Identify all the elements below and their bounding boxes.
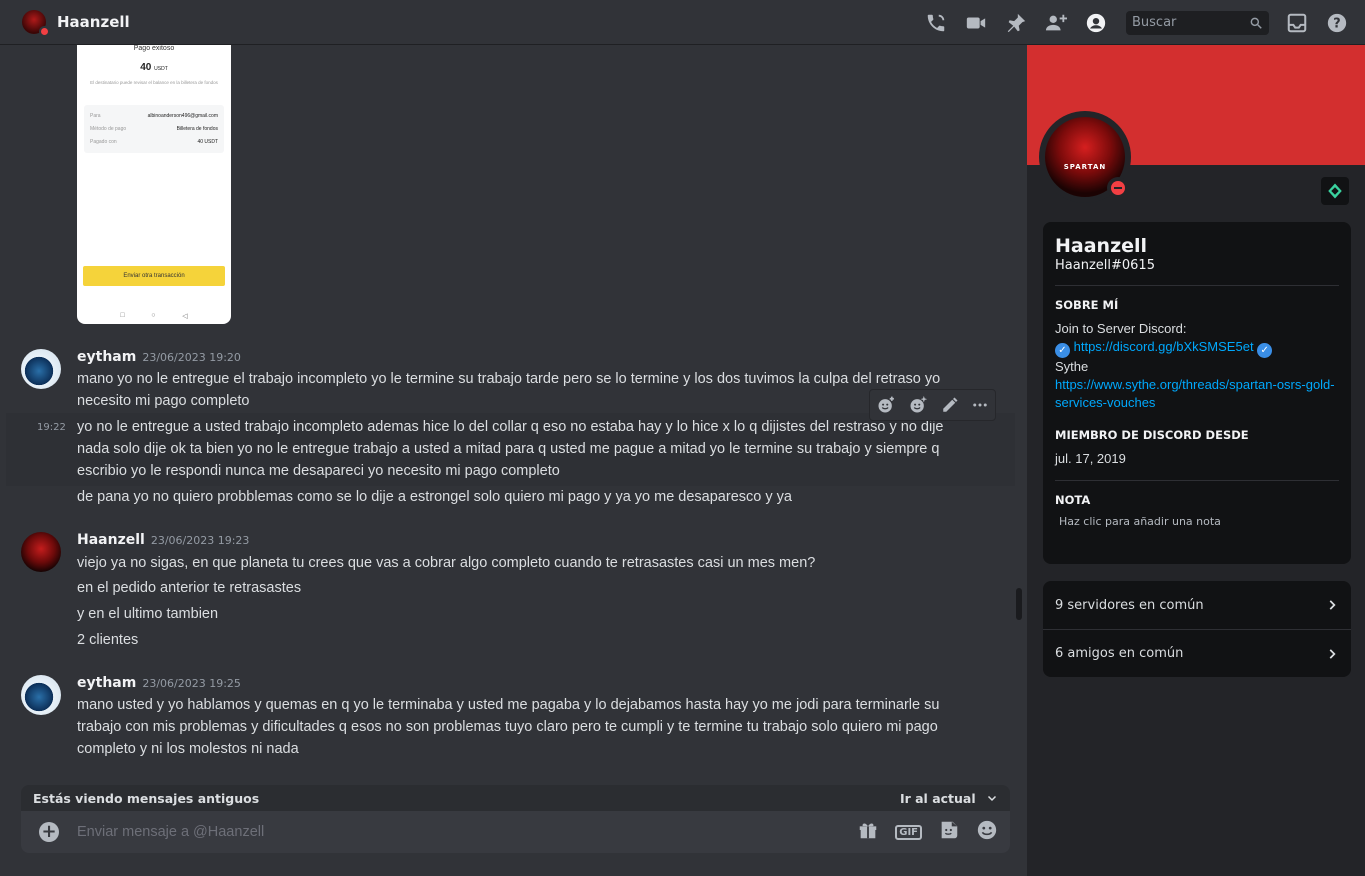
message-text: mano usted y yo hablamos y quemas en q y… xyxy=(77,697,940,757)
avatar[interactable] xyxy=(21,675,61,715)
payment-screenshot-attachment[interactable]: Pago exitoso 40 USDT El destinatario pue… xyxy=(77,45,231,324)
avatar[interactable] xyxy=(21,532,61,572)
sticker-icon[interactable] xyxy=(938,819,960,845)
phone-nav-bar: □ ○ ◁ xyxy=(120,312,188,320)
message-timestamp: 23/06/2023 19:20 xyxy=(142,351,241,364)
gif-button[interactable]: GIF xyxy=(895,824,922,840)
payment-note: El destinatario puede revisar el balance… xyxy=(90,80,218,85)
dnd-status-icon xyxy=(39,26,50,37)
chevron-right-icon xyxy=(1329,648,1336,659)
verified-icon: ✓ xyxy=(1055,343,1070,358)
jump-to-present-button[interactable]: Ir al actual xyxy=(900,791,998,806)
profile-name: Haanzell xyxy=(1055,235,1148,257)
chat-panel: Pago exitoso 40 USDT El destinatario pue… xyxy=(0,45,1027,876)
voice-call-icon[interactable] xyxy=(924,11,948,35)
payment-amount: 40 USDT xyxy=(140,62,168,73)
gift-icon[interactable] xyxy=(857,819,879,845)
message-text: viejo ya no sigas, en que planeta tu cre… xyxy=(77,555,816,571)
dm-title: Haanzell xyxy=(57,13,130,31)
dnd-status-icon xyxy=(1107,177,1129,199)
inbox-icon[interactable] xyxy=(1285,11,1309,35)
svg-text:?: ? xyxy=(1333,16,1340,31)
help-icon[interactable]: ? xyxy=(1325,11,1349,35)
header-avatar[interactable] xyxy=(22,10,50,37)
message-timestamp: 23/06/2023 19:23 xyxy=(150,534,250,547)
message-list[interactable]: Pago exitoso 40 USDT El destinatario pue… xyxy=(0,45,1015,785)
message-timestamp: 23/06/2023 19:25 xyxy=(142,677,241,690)
chat-scrollbar[interactable] xyxy=(1015,45,1023,785)
sythe-link[interactable]: https://www.sythe.org/threads/spartan-os… xyxy=(1055,376,1339,412)
user-profile-toggle-icon[interactable] xyxy=(1084,11,1108,35)
message-actions-toolbar xyxy=(869,389,996,421)
message-text: 2 clientes xyxy=(77,632,139,648)
verified-icon: ✓ xyxy=(1257,343,1273,358)
member-since-heading: MIEMBRO DE DISCORD DESDE xyxy=(1055,428,1249,442)
message-author[interactable]: eytham 23/06/2023 19:20 xyxy=(77,349,241,365)
mutual-friends-row[interactable]: 6 amigos en común xyxy=(1043,629,1351,677)
mutual-servers-row[interactable]: 9 servidores en común xyxy=(1043,581,1351,629)
payment-title: Pago exitoso xyxy=(133,45,175,52)
message-author[interactable]: Haanzell 23/06/2023 19:23 xyxy=(77,532,249,548)
message-composer[interactable]: + Enviar mensaje a @Haanzell GIF xyxy=(21,811,1010,853)
nitro-badge-icon[interactable] xyxy=(1321,177,1349,205)
add-reaction-icon[interactable] xyxy=(876,395,896,415)
edit-icon[interactable] xyxy=(941,396,959,414)
pin-icon[interactable] xyxy=(1004,11,1028,35)
message-text: yo no le entregue a usted trabajo incomp… xyxy=(77,419,944,479)
super-reaction-icon[interactable] xyxy=(908,395,928,415)
upload-plus-icon[interactable]: + xyxy=(39,822,59,842)
message-text: en el pedido anterior te retrasastes xyxy=(77,580,302,596)
message-text: y en el ultimo tambien xyxy=(77,606,219,622)
add-friend-icon[interactable] xyxy=(1044,11,1068,35)
message-author[interactable]: eytham 23/06/2023 19:25 xyxy=(77,675,241,691)
message-text: de pana yo no quiero probblemas como se … xyxy=(77,489,792,505)
user-profile-panel: SPARTAN Haanzell Haanzell#0615 SOBRE MÍ … xyxy=(1027,45,1365,876)
message-input[interactable]: Enviar mensaje a @Haanzell xyxy=(77,824,264,840)
profile-info-card: Haanzell Haanzell#0615 SOBRE MÍ Join to … xyxy=(1043,222,1351,564)
scrollbar-thumb[interactable] xyxy=(1016,588,1022,620)
video-call-icon[interactable] xyxy=(964,11,988,35)
more-options-icon[interactable] xyxy=(971,396,989,414)
mutual-card: 9 servidores en común 6 amigos en común xyxy=(1043,581,1351,677)
about-me-text: Join to Server Discord: ✓ https://discor… xyxy=(1055,320,1339,412)
member-since-date: jul. 17, 2019 xyxy=(1055,451,1126,466)
avatar[interactable] xyxy=(21,349,61,389)
about-me-heading: SOBRE MÍ xyxy=(1055,298,1119,312)
chevron-right-icon xyxy=(1329,600,1336,610)
note-heading: NOTA xyxy=(1055,493,1091,507)
search-placeholder: Buscar xyxy=(1132,15,1177,30)
spartan-logo: SPARTAN xyxy=(1063,163,1107,171)
discord-invite-link[interactable]: https://discord.gg/bXkSMSE5et xyxy=(1074,339,1254,354)
old-messages-banner: Estás viendo mensajes antiguos Ir al act… xyxy=(21,785,1010,811)
message-text: mano yo no le entregue el trabajo incomp… xyxy=(77,371,941,409)
profile-tag: Haanzell#0615 xyxy=(1055,258,1155,273)
search-input[interactable]: Buscar xyxy=(1126,10,1269,35)
search-icon xyxy=(1250,17,1262,29)
note-input[interactable]: Haz clic para añadir una nota xyxy=(1059,515,1339,528)
hover-timestamp: 19:22 xyxy=(37,422,66,433)
emoji-icon[interactable] xyxy=(976,819,998,845)
send-another-transaction-button: Enviar otra transacción xyxy=(83,266,225,286)
top-bar: Haanzell Buscar ? xyxy=(0,0,1365,45)
old-messages-text: Estás viendo mensajes antiguos xyxy=(33,790,260,806)
profile-avatar[interactable]: SPARTAN xyxy=(1039,111,1131,203)
chevron-down-icon xyxy=(987,795,997,801)
payment-details: Para albinoanderson496@gmail.com Método d… xyxy=(84,105,224,153)
